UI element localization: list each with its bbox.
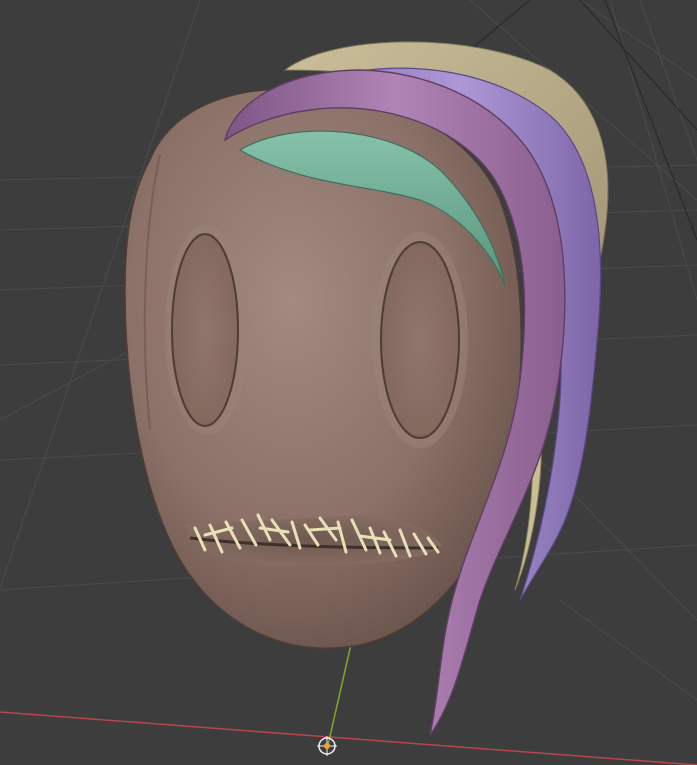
right-eye-socket [372, 232, 468, 448]
viewport-canvas[interactable] [0, 0, 697, 765]
3d-viewport[interactable] [0, 0, 697, 765]
stitched-mouth [185, 513, 442, 565]
object-origin-marker[interactable] [317, 736, 337, 756]
x-axis-line [0, 711, 697, 765]
y-axis-line [327, 639, 353, 746]
left-eye-socket [165, 225, 249, 435]
